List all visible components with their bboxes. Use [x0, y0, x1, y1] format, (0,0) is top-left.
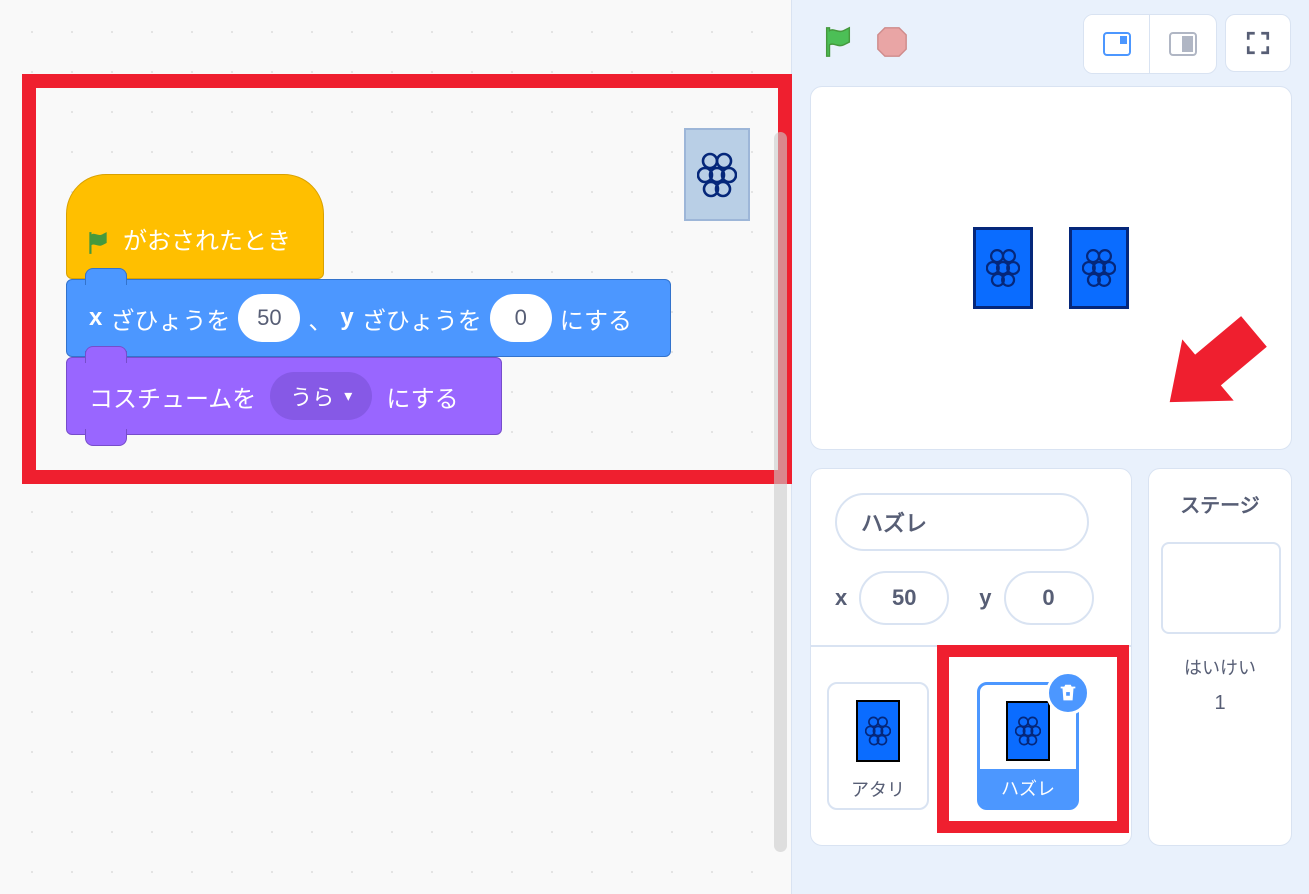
- script-sprite-thumb: [684, 128, 750, 221]
- flag-icon: [85, 230, 111, 256]
- stop-button[interactable]: [874, 24, 910, 60]
- large-stage-button[interactable]: [1150, 15, 1216, 73]
- script-area[interactable]: がおされたとき x ざひょうを 50 、 y ざひょうを 0 にする コスチュームを…: [0, 0, 792, 894]
- x-coord-input[interactable]: 50: [859, 571, 949, 625]
- annotation-frame-2: [937, 645, 1129, 833]
- when-flag-clicked-block[interactable]: がおされたとき: [66, 174, 324, 279]
- chevron-down-icon: ▾: [344, 386, 352, 406]
- backdrop-count: 1: [1161, 692, 1279, 715]
- stage-sprite-card-1[interactable]: [973, 227, 1033, 309]
- stage-title: ステージ: [1161, 489, 1279, 518]
- sprite-info-panel: ハズレ x 50 y 0: [810, 468, 1132, 646]
- delete-sprite-button[interactable]: [1046, 671, 1090, 715]
- y-coord-input[interactable]: 0: [1004, 571, 1094, 625]
- scrollbar-vertical[interactable]: [774, 132, 787, 852]
- y-value-input[interactable]: 0: [490, 294, 552, 342]
- hat-label: がおされたとき: [123, 221, 291, 256]
- sprite-thumb-atari[interactable]: アタリ: [827, 682, 929, 810]
- stage-size-toggle-group: [1083, 14, 1217, 74]
- goto-xy-block[interactable]: x ざひょうを 50 、 y ざひょうを 0 にする: [66, 279, 671, 357]
- stage-panel: ステージ はいけい 1: [1148, 468, 1292, 846]
- motion-suffix: にする: [560, 301, 632, 336]
- x-value-input[interactable]: 50: [238, 294, 300, 342]
- looks-suffix: にする: [386, 379, 458, 414]
- costume-dropdown[interactable]: うら ▾: [270, 372, 372, 420]
- sprite-thumb-label: アタリ: [829, 770, 927, 808]
- motion-coord-word-2: ざひょうを: [362, 301, 482, 336]
- motion-x-prefix: x: [89, 304, 102, 332]
- green-flag-button[interactable]: [820, 24, 856, 60]
- small-stage-button[interactable]: [1084, 15, 1150, 73]
- large-stage-icon: [1169, 32, 1197, 56]
- motion-coord-word-1: ざひょうを: [110, 301, 230, 336]
- y-label: y: [979, 585, 991, 611]
- flag-icon: [821, 24, 855, 60]
- fullscreen-button[interactable]: [1225, 14, 1291, 72]
- stage-backdrop-thumb[interactable]: [1161, 542, 1281, 634]
- switch-costume-block[interactable]: コスチュームを うら ▾ にする: [66, 357, 502, 435]
- motion-comma: 、: [308, 301, 332, 336]
- sprite-name-input[interactable]: ハズレ: [835, 493, 1089, 551]
- fullscreen-icon: [1245, 30, 1271, 56]
- trash-icon: [1057, 682, 1079, 704]
- stage-sprite-card-2[interactable]: [1069, 227, 1129, 309]
- backdrop-label: はいけい: [1161, 654, 1279, 680]
- looks-prefix: コスチュームを: [89, 379, 256, 414]
- stop-icon: [875, 25, 909, 59]
- block-stack[interactable]: がおされたとき x ざひょうを 50 、 y ざひょうを 0 にする コスチュームを…: [66, 174, 671, 435]
- small-stage-icon: [1103, 32, 1131, 56]
- sprite-list: アタリ ハズレ: [810, 646, 1132, 846]
- motion-y-prefix: y: [340, 304, 353, 332]
- x-label: x: [835, 585, 847, 611]
